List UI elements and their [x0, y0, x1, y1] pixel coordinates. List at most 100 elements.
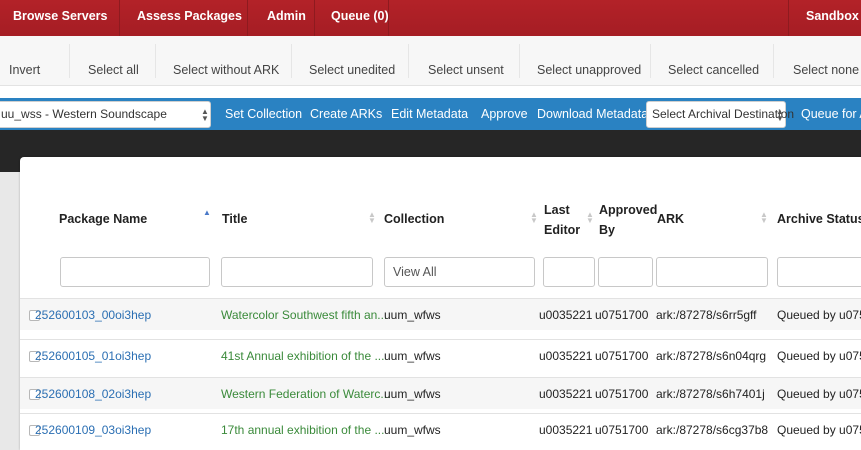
- select-unedited-button[interactable]: Select unedited: [309, 36, 395, 86]
- header-collection[interactable]: Collection: [384, 212, 444, 226]
- header-last-editor[interactable]: Last Editor: [544, 200, 580, 240]
- collection-select[interactable]: uu_wss - Western Soundscape ▲ ▼: [0, 101, 211, 128]
- filter-ark-input[interactable]: [656, 257, 768, 287]
- selection-divider: [69, 44, 70, 78]
- filter-title-input[interactable]: [221, 257, 373, 287]
- nav-divider: [388, 0, 389, 36]
- table-row[interactable]: 252600103_00oi3hep Watercolor Southwest …: [20, 298, 861, 330]
- package-title: 17th annual exhibition of the ...: [221, 423, 385, 437]
- selection-divider: [291, 44, 292, 78]
- nav-browse-servers[interactable]: Browse Servers: [13, 0, 108, 36]
- nav-assess-packages[interactable]: Assess Packages: [137, 0, 242, 36]
- header-approved-by-line2: By: [599, 223, 615, 237]
- nav-divider: [119, 0, 120, 36]
- archival-destination-value: Select Archival Destination: [652, 107, 795, 121]
- nav-divider: [788, 0, 789, 36]
- package-collection: uum_wfws: [384, 387, 441, 401]
- table-row[interactable]: 252600105_01oi3hep 41st Annual exhibitio…: [20, 339, 861, 371]
- selection-bar: Invert Select all Select without ARK Sel…: [0, 36, 861, 86]
- package-name-link[interactable]: 252600103_00oi3hep: [35, 299, 151, 331]
- package-title: 41st Annual exhibition of the ...: [221, 349, 385, 363]
- header-ark[interactable]: ARK: [657, 212, 684, 226]
- header-archive-status[interactable]: Archive Status: [777, 212, 861, 226]
- invert-label: Invert: [9, 63, 41, 77]
- package-last-editor: u0035221: [539, 387, 593, 401]
- set-collection-button[interactable]: Set Collection: [225, 98, 302, 130]
- queue-for-archive-button[interactable]: Queue for Ar: [801, 98, 861, 130]
- header-approved-by-line1: Approved: [599, 203, 658, 217]
- sort-icon[interactable]: ▲ ▼: [530, 211, 538, 225]
- table-row[interactable]: 252600108_02oi3hep Western Federation of…: [20, 377, 861, 409]
- select-unsent-button[interactable]: Select unsent: [428, 36, 504, 86]
- nav-admin[interactable]: Admin: [267, 0, 306, 36]
- package-last-editor: u0035221: [539, 423, 593, 437]
- create-arks-button[interactable]: Create ARKs: [310, 98, 382, 130]
- filter-approved-by-input[interactable]: [598, 257, 653, 287]
- package-archive-status: Queued by u0751: [777, 308, 861, 322]
- nav-sandbox[interactable]: Sandbox: [806, 0, 859, 36]
- header-last-editor-line1: Last: [544, 203, 570, 217]
- selection-divider: [408, 44, 409, 78]
- package-archive-status: Queued by u0751: [777, 349, 861, 363]
- package-name-link[interactable]: 252600109_03oi3hep: [35, 414, 151, 446]
- select-unedited-label: Select unedited: [309, 63, 396, 77]
- sort-ascending-icon[interactable]: ▲: [203, 209, 211, 217]
- filter-archive-status-input[interactable]: [777, 257, 861, 287]
- header-approved-by[interactable]: Approved By: [599, 200, 657, 240]
- package-collection: uum_wfws: [384, 349, 441, 363]
- package-ark: ark:/87278/s6rr5gff: [656, 308, 757, 322]
- selection-divider: [773, 44, 774, 78]
- select-cancelled-label: Select cancelled: [668, 63, 760, 77]
- selection-divider: [519, 44, 520, 78]
- top-nav: Browse Servers Assess Packages Admin Que…: [0, 0, 861, 36]
- download-metadata-button[interactable]: Download Metadata: [537, 98, 648, 130]
- package-archive-status: Queued by u0751: [777, 423, 861, 437]
- package-approved-by: u0751700: [595, 308, 649, 322]
- package-archive-status: Queued by u0751: [777, 387, 861, 401]
- select-unsent-label: Select unsent: [428, 63, 504, 77]
- nav-queue[interactable]: Queue (0): [331, 0, 389, 36]
- select-arrows-icon: ▲ ▼: [776, 107, 784, 123]
- package-last-editor: u0035221: [539, 308, 593, 322]
- archival-destination-select[interactable]: Select Archival Destination ▲ ▼: [646, 101, 794, 128]
- header-title[interactable]: Title: [222, 212, 247, 226]
- package-approved-by: u0751700: [595, 387, 649, 401]
- filter-package-name-input[interactable]: [60, 257, 210, 287]
- package-ark: ark:/87278/s6n04qrg: [656, 349, 767, 363]
- filter-collection-select[interactable]: View All: [384, 257, 535, 287]
- package-last-editor: u0035221: [539, 349, 593, 363]
- nav-divider: [314, 0, 315, 36]
- edit-metadata-button[interactable]: Edit Metadata: [391, 98, 468, 130]
- filter-last-editor-input[interactable]: [543, 257, 595, 287]
- action-bar: uu_wss - Western Soundscape ▲ ▼ Set Colle…: [0, 98, 861, 130]
- package-title: Western Federation of Waterc...: [221, 387, 391, 401]
- selection-divider: [650, 44, 651, 78]
- select-none-button[interactable]: Select none: [793, 36, 859, 86]
- collection-select-value: uu_wss - Western Soundscape: [1, 107, 167, 121]
- package-ark: ark:/87278/s6cg37b8: [656, 423, 769, 437]
- package-approved-by: u0751700: [595, 423, 649, 437]
- approve-button[interactable]: Approve: [481, 98, 528, 130]
- select-all-label: Select all: [88, 63, 139, 77]
- select-cancelled-button[interactable]: Select cancelled: [668, 36, 759, 86]
- select-none-label: Select none: [793, 63, 860, 77]
- package-name-link[interactable]: 252600105_01oi3hep: [35, 340, 151, 372]
- package-title: Watercolor Southwest fifth an...: [221, 308, 388, 322]
- header-package-name[interactable]: Package Name: [59, 212, 147, 226]
- package-ark: ark:/87278/s6h7401j: [656, 387, 765, 401]
- selection-divider: [155, 44, 156, 78]
- invert-button[interactable]: Invert: [9, 36, 40, 86]
- package-collection: uum_wfws: [384, 423, 441, 437]
- sort-icon[interactable]: ▲ ▼: [586, 211, 594, 225]
- select-without-ark-button[interactable]: Select without ARK: [173, 36, 279, 86]
- package-name-link[interactable]: 252600108_02oi3hep: [35, 378, 151, 410]
- select-arrows-icon: ▲ ▼: [201, 107, 209, 123]
- select-without-ark-label: Select without ARK: [173, 63, 280, 77]
- sort-icon[interactable]: ▲ ▼: [760, 211, 768, 225]
- sort-icon[interactable]: ▲ ▼: [368, 211, 376, 225]
- table-row[interactable]: 252600109_03oi3hep 17th annual exhibitio…: [20, 413, 861, 445]
- package-approved-by: u0751700: [595, 349, 649, 363]
- select-unapproved-button[interactable]: Select unapproved: [537, 36, 641, 86]
- select-all-button[interactable]: Select all: [88, 36, 139, 86]
- package-collection: uum_wfws: [384, 308, 441, 322]
